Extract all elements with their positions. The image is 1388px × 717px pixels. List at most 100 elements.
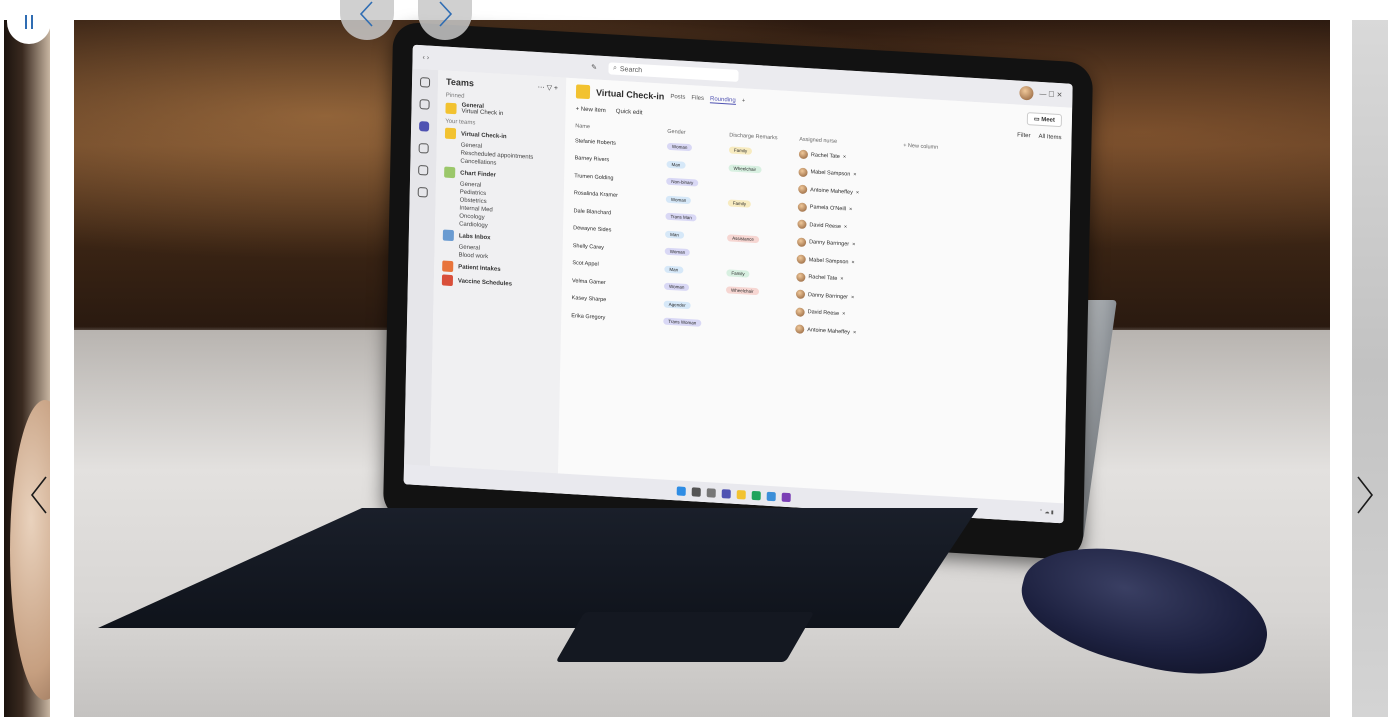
tablet-device: ‹ › ✎ ⌕ Search — ☐ ✕ Teams ⋯ ▽ + Pinned … [382,21,1094,561]
assigned-nurse: David Reese × [797,219,901,235]
nurse-name: Pamela O'Neill [809,204,847,213]
remove-icon: × [855,189,860,196]
team-name: Patient Intakes [458,263,501,273]
user-area: — ☐ ✕ [1019,85,1063,103]
nurse-avatar [795,307,805,317]
assigned-nurse: Mabel Sampson × [798,167,902,182]
assigned-nurse: Antoine Maheffey × [798,184,902,200]
store-icon [766,491,776,501]
nurse-name: Mabel Sampson [808,256,849,266]
teams-list-panel: Teams ⋯ ▽ + Pinned General Virtual Check… [429,70,567,494]
nurse-avatar [795,289,806,300]
remove-icon: × [848,206,853,214]
assigned-nurse: Mabel Sampson × [796,254,901,270]
nurse-name: David Reese [809,221,842,230]
team-tile-icon [441,274,454,287]
team-tile-icon [444,166,456,179]
teams-taskbar-icon [721,488,731,499]
meet-label: Meet [1041,116,1055,124]
teams-list-header: Teams ⋯ ▽ + [446,77,558,94]
nurse-avatar [797,219,807,230]
patient-name: Dewayne Sides [573,225,612,234]
patient-name: Stefanie Roberts [574,138,616,147]
compose-icon: ✎ [591,64,598,72]
assigned-nurse: Rachel Tate × [796,272,900,287]
tab-posts: Posts [670,93,686,101]
remark-pill: Family [726,269,750,278]
system-tray-icon: ⌃ ☁ ▮ [1038,508,1054,516]
assigned-nurse: David Reese × [795,307,900,322]
team-tile-icon [442,260,454,273]
assigned-nurse: Danny Barringer × [795,289,900,305]
nurse-avatar [797,202,807,212]
remove-icon: × [842,153,847,161]
rounding-list: Name Gender Discharge Remarks Assigned n… [571,120,1061,353]
team-tile-icon [442,229,454,242]
tab-rounding: Rounding [709,95,736,105]
patient-name: Shelly Carey [572,242,605,251]
patient-name: Dale Blanchard [573,207,612,217]
tab-files: Files [691,95,705,102]
pause-icon-bar [31,15,33,29]
patient-name: Rosalinda Kramer [573,190,618,200]
team-tile-icon [444,127,457,140]
chevron-left-icon [30,476,47,514]
list-rows: Stefanie Roberts Woman Family Rachel Tate × B… [571,132,1061,353]
filter-add-icon: ⋯ ▽ + [537,84,559,93]
onenote-icon [781,492,791,502]
remove-icon: × [840,276,844,283]
remove-icon: × [852,329,857,336]
patient-name: Velma Gamer [571,277,606,286]
remark-pill: Family [727,199,752,208]
nurse-avatar [798,167,808,177]
channel-content: Virtual Check-in Posts Files Rounding + … [557,77,1073,524]
calls-icon [418,164,429,176]
all-items-dropdown: All Items [1038,133,1062,142]
gender-pill: Woman [664,247,691,257]
start-icon [676,485,686,496]
team-name: Labs Inbox [458,232,491,241]
calendar-icon [418,143,429,154]
nurse-avatar [798,184,808,195]
channel-title: Virtual Check-in [595,87,665,102]
nurse-name: Danny Barringer [807,291,849,301]
nurse-avatar [796,254,806,265]
tablet-screen: ‹ › ✎ ⌕ Search — ☐ ✕ Teams ⋯ ▽ + Pinned … [403,44,1073,524]
keyboard-trackpad [555,612,815,662]
team-tile-icon [445,102,457,114]
column-gender: Gender [667,128,686,136]
remove-icon: × [851,259,855,266]
nurse-name: David Reese [807,309,840,318]
chat-icon [419,99,430,110]
teams-icon [419,121,430,132]
pinned-team-sub: Virtual Check in [461,108,504,118]
file-explorer-icon [736,489,746,499]
person-arm-image [10,400,50,700]
gender-pill: Woman [666,143,693,152]
your-teams-list: Virtual Check-in General Rescheduled appoi… [441,127,557,292]
channel-tile-icon [575,84,591,100]
window-controls-icon: — ☐ ✕ [1039,90,1063,100]
next-slide-peek [1352,20,1388,717]
pause-icon [25,15,27,29]
slide-prev-arrow[interactable] [24,470,54,520]
column-new: + New column [903,142,939,151]
search-icon: ⌕ [612,64,618,72]
assigned-nurse: Pamela O'Neill × [797,202,902,217]
edge-icon [751,490,761,500]
gender-pill: Non-binary [666,177,699,187]
filter-button: Filter [1017,132,1031,140]
nurse-name: Antoine Maheffey [810,187,853,196]
pause-button[interactable] [7,0,51,44]
gender-pill: Agender [663,300,691,309]
gender-pill: Woman [663,282,690,292]
chevron-left-icon [359,1,373,27]
nurse-name: Rachel Tate [808,274,838,283]
nurse-avatar [796,272,806,282]
teams-heading: Teams [445,76,475,89]
nurse-avatar [795,324,805,335]
nurse-avatar [796,237,807,247]
toolbar-right: Filter All Items [1017,133,1061,142]
slide-next-arrow[interactable] [1350,470,1380,520]
quick-edit-button: Quick edit [615,108,643,117]
